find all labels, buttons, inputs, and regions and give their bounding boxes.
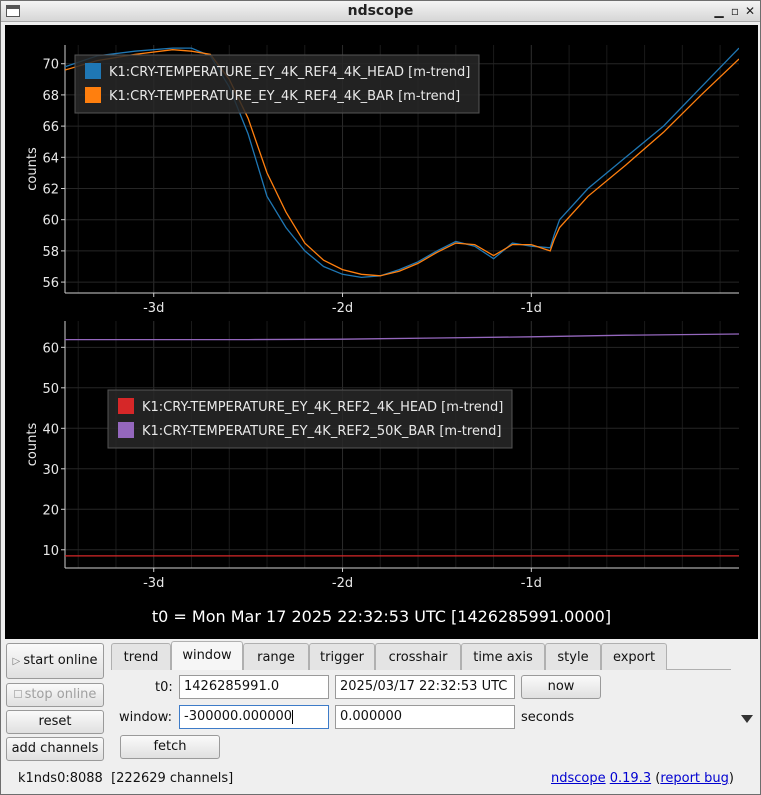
stop-online-label: stop online [24, 687, 97, 702]
add-channels-button[interactable]: add channels [6, 737, 104, 761]
y-tick-label: 64 [42, 151, 59, 166]
window-start-value: -300000.000000 [184, 709, 293, 724]
legend-label: K1:CRY-TEMPERATURE_EY_4K_REF4_4K_BAR [m-… [109, 89, 460, 104]
seconds-label: seconds [521, 710, 575, 725]
y-tick-label: 58 [42, 245, 59, 260]
legend-swatch [85, 63, 101, 79]
x-tick-label: -1d [521, 576, 542, 591]
legend-label: K1:CRY-TEMPERATURE_EY_4K_REF2_50K_BAR [m… [142, 424, 502, 439]
legend-label: K1:CRY-TEMPERATURE_EY_4K_REF2_4K_HEAD [m… [142, 400, 503, 415]
window-field-label: window: [119, 710, 172, 725]
y-axis-label: counts [25, 423, 40, 467]
y-tick-label: 40 [42, 422, 59, 437]
t0-label: t0 = Mon Mar 17 2025 22:32:53 UTC [14262… [151, 607, 612, 626]
legend-box [107, 389, 513, 449]
y-axis-label: counts [25, 147, 40, 191]
t0-utc-input[interactable]: 2025/03/17 22:32:53 UTC [335, 675, 515, 699]
legend[interactable]: K1:CRY-TEMPERATURE_EY_4K_REF2_4K_HEAD [m… [107, 389, 513, 449]
version-link[interactable]: 0.19.3 [610, 771, 651, 786]
text-cursor [292, 709, 294, 724]
tab-export[interactable]: export [601, 643, 667, 670]
window-title: ndscope [347, 3, 414, 19]
legend-box [74, 54, 480, 114]
start-online-button[interactable]: ▷ start online [6, 643, 104, 679]
tab-range[interactable]: range [243, 643, 309, 670]
tab-time-axis[interactable]: time axis [461, 643, 545, 670]
tab-window[interactable]: window [171, 641, 243, 670]
legend-swatch [85, 87, 101, 103]
status-bar: k1nds0:8088 [222629 channels] [18, 771, 233, 786]
stop-online-button[interactable]: stop online [6, 683, 104, 707]
channel-count: [222629 channels] [111, 771, 234, 786]
tab-trend[interactable]: trend [111, 643, 171, 670]
plot-area: 70 68 66 64 62 60 58 56 -3d -2d -1d counts K1:CRY-TE… [5, 25, 758, 639]
tab-crosshair[interactable]: crosshair [375, 643, 461, 670]
legend-swatch [118, 422, 134, 438]
y-tick-label: 50 [42, 382, 59, 397]
play-icon: ▷ [12, 656, 24, 667]
legend-swatch [118, 398, 134, 414]
ndscope-link[interactable]: ndscope [551, 771, 606, 786]
x-tick-label: -3d [143, 301, 164, 316]
window-end-input[interactable]: 0.000000 [335, 705, 515, 729]
y-tick-label: 10 [42, 544, 59, 559]
ndscope-window: ndscope ▁ ▫ ✕ 70 68 66 64 62 60 58 56 -3d -2d -1d c… [0, 0, 761, 795]
x-tick-label: -3d [143, 576, 164, 591]
open-paren: ( [651, 771, 661, 786]
close-paren: ) [728, 771, 734, 786]
maximize-icon[interactable]: ▫ [728, 3, 742, 19]
y-tick-label: 70 [42, 58, 59, 73]
collapse-arrow-icon[interactable] [741, 715, 753, 723]
plot-2[interactable]: 60 50 40 30 20 10 -3d -2d -1d counts K1:CRY-TEMPER… [25, 321, 739, 591]
y-tick-label: 66 [42, 120, 59, 135]
series-line [65, 333, 739, 341]
close-icon[interactable]: ✕ [743, 3, 757, 19]
version-info: ndscope 0.19.3 (report bug) [551, 771, 734, 786]
reset-button[interactable]: reset [6, 710, 104, 734]
legend[interactable]: K1:CRY-TEMPERATURE_EY_4K_REF4_4K_HEAD [m… [74, 54, 480, 114]
stop-checkbox-icon [13, 690, 22, 698]
y-tick-label: 68 [42, 89, 59, 104]
y-tick-label: 60 [42, 341, 59, 356]
x-tick-label: -2d [332, 301, 353, 316]
t0-gps-input[interactable]: 1426285991.0 [179, 675, 329, 699]
y-tick-label: 56 [42, 276, 59, 291]
report-bug-link[interactable]: report bug [660, 771, 729, 786]
tab-style[interactable]: style [545, 643, 601, 670]
legend-label: K1:CRY-TEMPERATURE_EY_4K_REF4_4K_HEAD [m… [109, 65, 470, 80]
now-button[interactable]: now [521, 675, 601, 699]
plot-1[interactable]: 70 68 66 64 62 60 58 56 -3d -2d -1d counts K1:CRY-TE… [25, 45, 739, 316]
x-tick-label: -1d [521, 301, 542, 316]
y-tick-label: 30 [42, 463, 59, 478]
y-tick-label: 20 [42, 503, 59, 518]
y-tick-label: 60 [42, 214, 59, 229]
y-tick-label: 62 [42, 182, 59, 197]
fetch-button[interactable]: fetch [120, 735, 220, 759]
plots-canvas[interactable]: 70 68 66 64 62 60 58 56 -3d -2d -1d counts K1:CRY-TE… [5, 25, 758, 605]
server-address: k1nds0:8088 [18, 771, 103, 786]
t0-field-label: t0: [155, 680, 173, 695]
start-online-label: start online [23, 653, 98, 668]
minimize-icon[interactable]: ▁ [712, 3, 726, 19]
x-tick-label: -2d [332, 576, 353, 591]
title-bar[interactable]: ndscope ▁ ▫ ✕ [1, 1, 760, 22]
tab-trigger[interactable]: trigger [309, 643, 375, 670]
window-start-input[interactable]: -300000.000000 [179, 705, 329, 729]
